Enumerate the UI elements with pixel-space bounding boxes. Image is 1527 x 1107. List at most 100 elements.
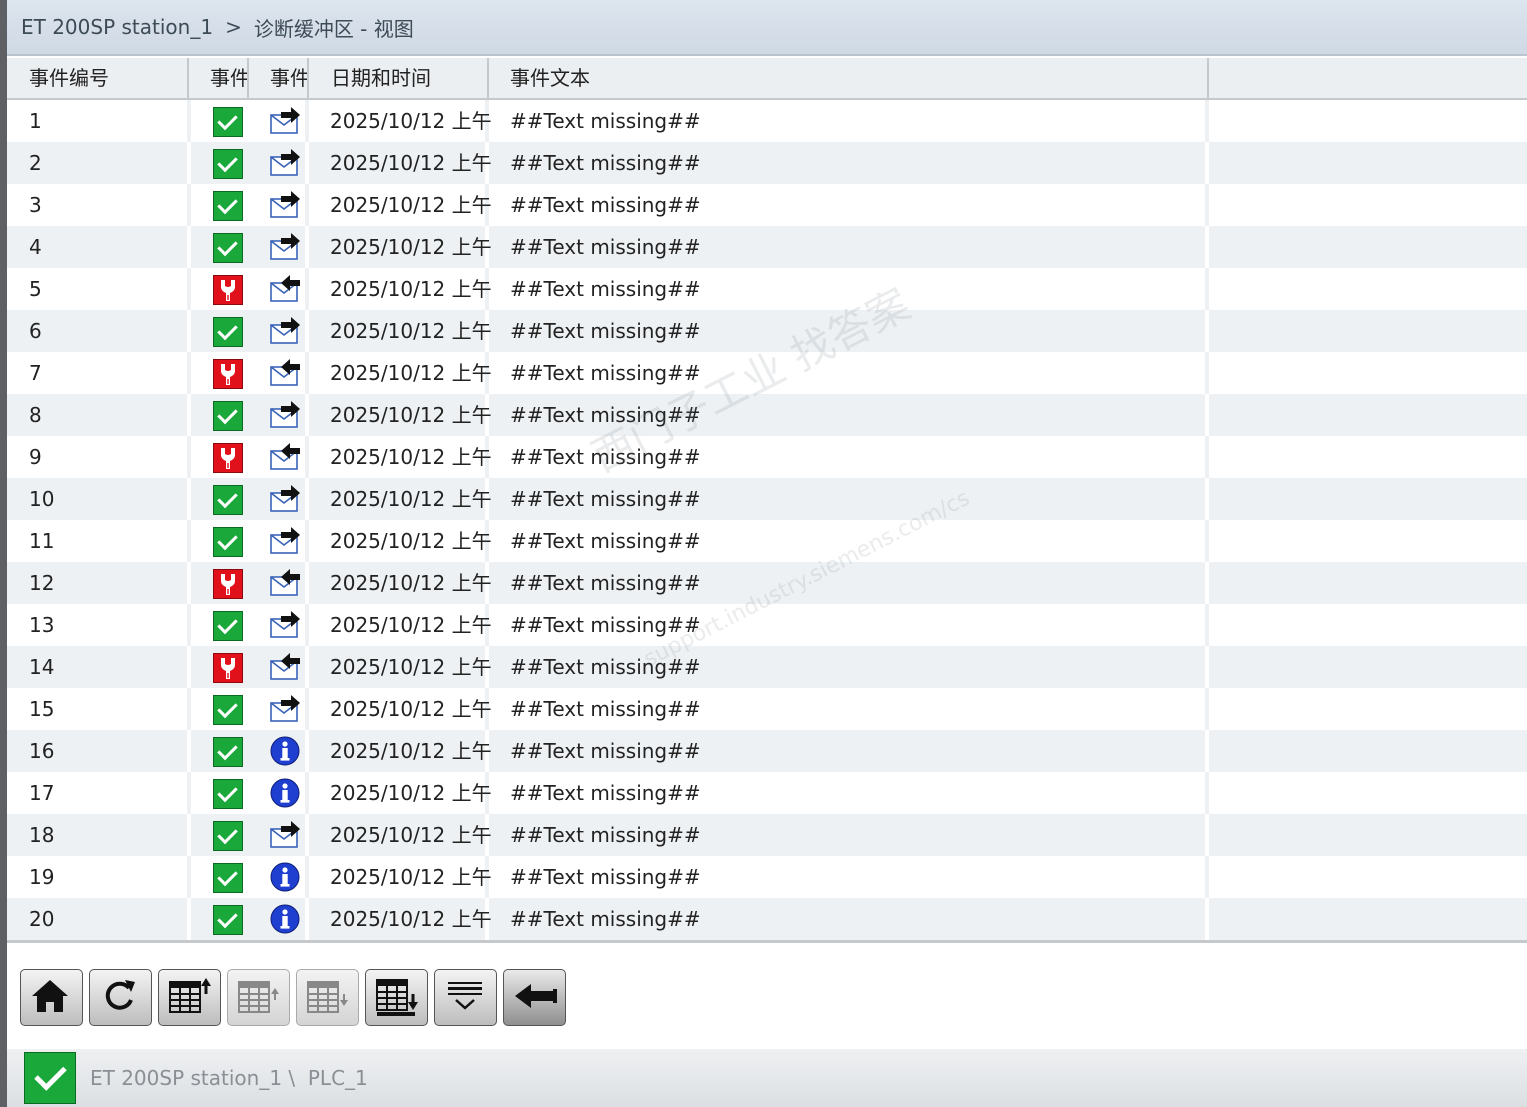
status-ok-icon [213,611,243,641]
outgoing-event-icon [269,316,301,346]
column-header-event-type[interactable]: 事件 [249,58,309,98]
outgoing-event-icon [269,148,301,178]
outgoing-event-icon [269,694,301,724]
table-row[interactable]: 18 2025/10/12 上午 ##Text missing## [7,814,1527,856]
column-separator [305,142,309,184]
column-separator [305,184,309,226]
table-row[interactable]: 4 2025/10/12 上午 ##Text missing## [7,226,1527,268]
table-row[interactable]: 10 2025/10/12 上午 ##Text missing## [7,478,1527,520]
table-row[interactable]: 13 2025/10/12 上午 ##Text missing## [7,604,1527,646]
table-row[interactable]: 5 2025/10/12 上午 ##Text missing## [7,268,1527,310]
column-separator [187,772,191,814]
table-row[interactable]: 20 2025/10/12 上午 ##Text missing## [7,898,1527,940]
event-number: 4 [29,235,42,259]
event-date-time: 2025/10/12 上午 [330,781,492,805]
column-separator [305,688,309,730]
event-date-time: 2025/10/12 上午 [330,235,492,259]
ok-check-icon [24,1052,76,1104]
column-separator [187,100,191,142]
column-separator [305,100,309,142]
maintenance-error-icon [213,275,243,305]
event-text: ##Text missing## [510,445,701,469]
table-row[interactable]: 9 2025/10/12 上午 ##Text missing## [7,436,1527,478]
status-ok-icon [213,863,243,893]
event-text: ##Text missing## [510,571,701,595]
station-name: ET 200SP station_1 [21,15,214,39]
table-row[interactable]: 14 2025/10/12 上午 ##Text missing## [7,646,1527,688]
details-button[interactable] [434,969,497,1026]
event-date-time: 2025/10/12 上午 [330,655,492,679]
event-text: ##Text missing## [510,907,701,931]
column-separator [305,268,309,310]
column-separator [1205,772,1209,814]
event-text: ##Text missing## [510,823,701,847]
home-button[interactable] [20,969,83,1026]
column-separator [187,268,191,310]
station-path: ET 200SP station_1 \ PLC_1 [90,1066,368,1090]
column-header-event-status[interactable]: 事件 [189,58,249,98]
column-separator [187,520,191,562]
page-down-button[interactable] [365,969,428,1026]
event-date-time: 2025/10/12 上午 [330,277,492,301]
column-header-date-time[interactable]: 日期和时间 [309,58,489,98]
event-text: ##Text missing## [510,613,701,637]
column-separator [305,898,309,940]
table-row[interactable]: 11 2025/10/12 上午 ##Text missing## [7,520,1527,562]
column-separator [1205,688,1209,730]
column-separator [305,604,309,646]
column-separator [187,184,191,226]
event-date-time: 2025/10/12 上午 [330,613,492,637]
event-date-time: 2025/10/12 上午 [330,403,492,427]
status-ok-icon [213,527,243,557]
info-icon [269,904,301,934]
column-separator [187,814,191,856]
line-down-button[interactable] [296,969,359,1026]
event-number: 2 [29,151,42,175]
table-row[interactable]: 3 2025/10/12 上午 ##Text missing## [7,184,1527,226]
maintenance-error-icon [213,653,243,683]
line-up-button[interactable] [227,969,290,1026]
table-row[interactable]: 7 2025/10/12 上午 ##Text missing## [7,352,1527,394]
column-separator [1205,436,1209,478]
column-header-event-text[interactable]: 事件文本 [489,58,1209,98]
maintenance-error-icon [213,569,243,599]
column-header-event-number[interactable]: 事件编号 [7,58,189,98]
table-row[interactable]: 16 2025/10/12 上午 ##Text missing## [7,730,1527,772]
back-button[interactable] [503,969,566,1026]
event-number: 7 [29,361,42,385]
diagnostic-buffer-table: 1 2025/10/12 上午 ##Text missing## 2 2025/10/1… [7,100,1527,940]
table-row[interactable]: 17 2025/10/12 上午 ##Text missing## [7,772,1527,814]
column-separator [1205,142,1209,184]
column-separator [305,352,309,394]
refresh-button[interactable] [89,969,152,1026]
event-number: 11 [29,529,55,553]
info-icon [269,862,301,892]
column-separator [1205,604,1209,646]
table-row[interactable]: 12 2025/10/12 上午 ##Text missing## [7,562,1527,604]
column-separator [305,814,309,856]
table-row[interactable]: 1 2025/10/12 上午 ##Text missing## [7,100,1527,142]
event-number: 19 [29,865,55,889]
event-number: 10 [29,487,55,511]
table-line-down-icon [306,976,350,1020]
page-up-button[interactable] [158,969,221,1026]
column-separator [305,562,309,604]
event-text: ##Text missing## [510,487,701,511]
table-row[interactable]: 8 2025/10/12 上午 ##Text missing## [7,394,1527,436]
event-number: 5 [29,277,42,301]
table-header: 事件编号 事件 事件 日期和时间 事件文本 [7,58,1527,100]
status-ok-icon [213,695,243,725]
outgoing-event-icon [269,106,301,136]
event-text: ##Text missing## [510,865,701,889]
table-row[interactable]: 6 2025/10/12 上午 ##Text missing## [7,310,1527,352]
table-row[interactable]: 15 2025/10/12 上午 ##Text missing## [7,688,1527,730]
column-separator [305,772,309,814]
table-row[interactable]: 19 2025/10/12 上午 ##Text missing## [7,856,1527,898]
column-separator [1205,394,1209,436]
status-ok-icon [213,107,243,137]
column-separator [1205,226,1209,268]
column-separator [187,604,191,646]
event-date-time: 2025/10/12 上午 [330,697,492,721]
event-number: 1 [29,109,42,133]
table-row[interactable]: 2 2025/10/12 上午 ##Text missing## [7,142,1527,184]
